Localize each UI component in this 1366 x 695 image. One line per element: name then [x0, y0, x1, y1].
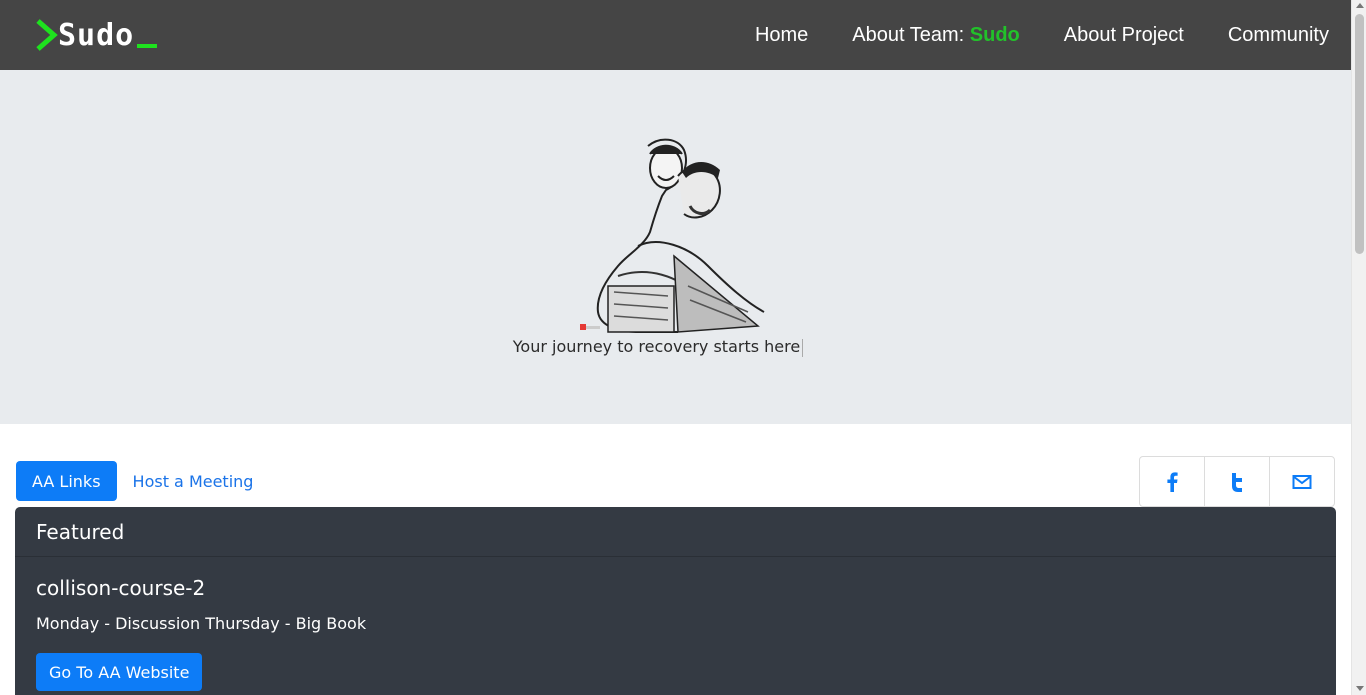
mail-icon	[1292, 474, 1312, 489]
nav-about-project[interactable]: About Project	[1064, 24, 1184, 47]
vertical-scrollbar[interactable]	[1351, 0, 1366, 695]
nav-links: Home About Team: Sudo About Project Comm…	[755, 24, 1329, 47]
nav-about-team-accent: Sudo	[969, 23, 1020, 46]
hero-tagline: Your journey to recovery starts here	[0, 337, 1316, 357]
email-button[interactable]	[1269, 457, 1334, 506]
brand-logo[interactable]: Sudo	[34, 17, 158, 53]
featured-header: Featured	[15, 507, 1336, 557]
top-navbar: Sudo Home About Team: Sudo About Project…	[0, 0, 1351, 70]
tab-host-meeting[interactable]: Host a Meeting	[117, 461, 270, 501]
tab-aa-links[interactable]: AA Links	[16, 461, 117, 501]
featured-card: Featured collison-course-2 Monday - Disc…	[15, 507, 1336, 695]
scroll-thumb[interactable]	[1355, 14, 1364, 254]
hero-tagline-text: Your journey to recovery starts here	[512, 337, 801, 356]
scroll-down-icon[interactable]	[1356, 686, 1364, 691]
go-to-aa-website-button[interactable]: Go To AA Website	[36, 653, 203, 691]
brand-cursor	[137, 44, 158, 48]
typing-caret	[802, 338, 804, 357]
terminal-prompt-icon	[36, 19, 58, 51]
twitter-icon	[1232, 472, 1242, 492]
brand-name: Sudo	[58, 17, 135, 53]
link-tabs: AA Links Host a Meeting	[16, 461, 269, 501]
nav-community[interactable]: Community	[1228, 24, 1329, 47]
facebook-button[interactable]	[1140, 457, 1204, 506]
social-share-group	[1139, 456, 1335, 507]
nav-about-team-label: About Team:	[852, 23, 970, 46]
twitter-button[interactable]	[1204, 457, 1269, 506]
meeting-schedule: Monday - Discussion Thursday - Big Book	[36, 614, 367, 633]
recovery-illustration	[580, 138, 765, 333]
meeting-title: collison-course-2	[36, 576, 206, 600]
scroll-up-icon[interactable]	[1356, 3, 1364, 8]
nav-home[interactable]: Home	[755, 24, 808, 47]
nav-about-team[interactable]: About Team: Sudo	[852, 24, 1019, 47]
hero-section: Your journey to recovery starts here	[0, 70, 1351, 424]
facebook-icon	[1167, 471, 1178, 492]
